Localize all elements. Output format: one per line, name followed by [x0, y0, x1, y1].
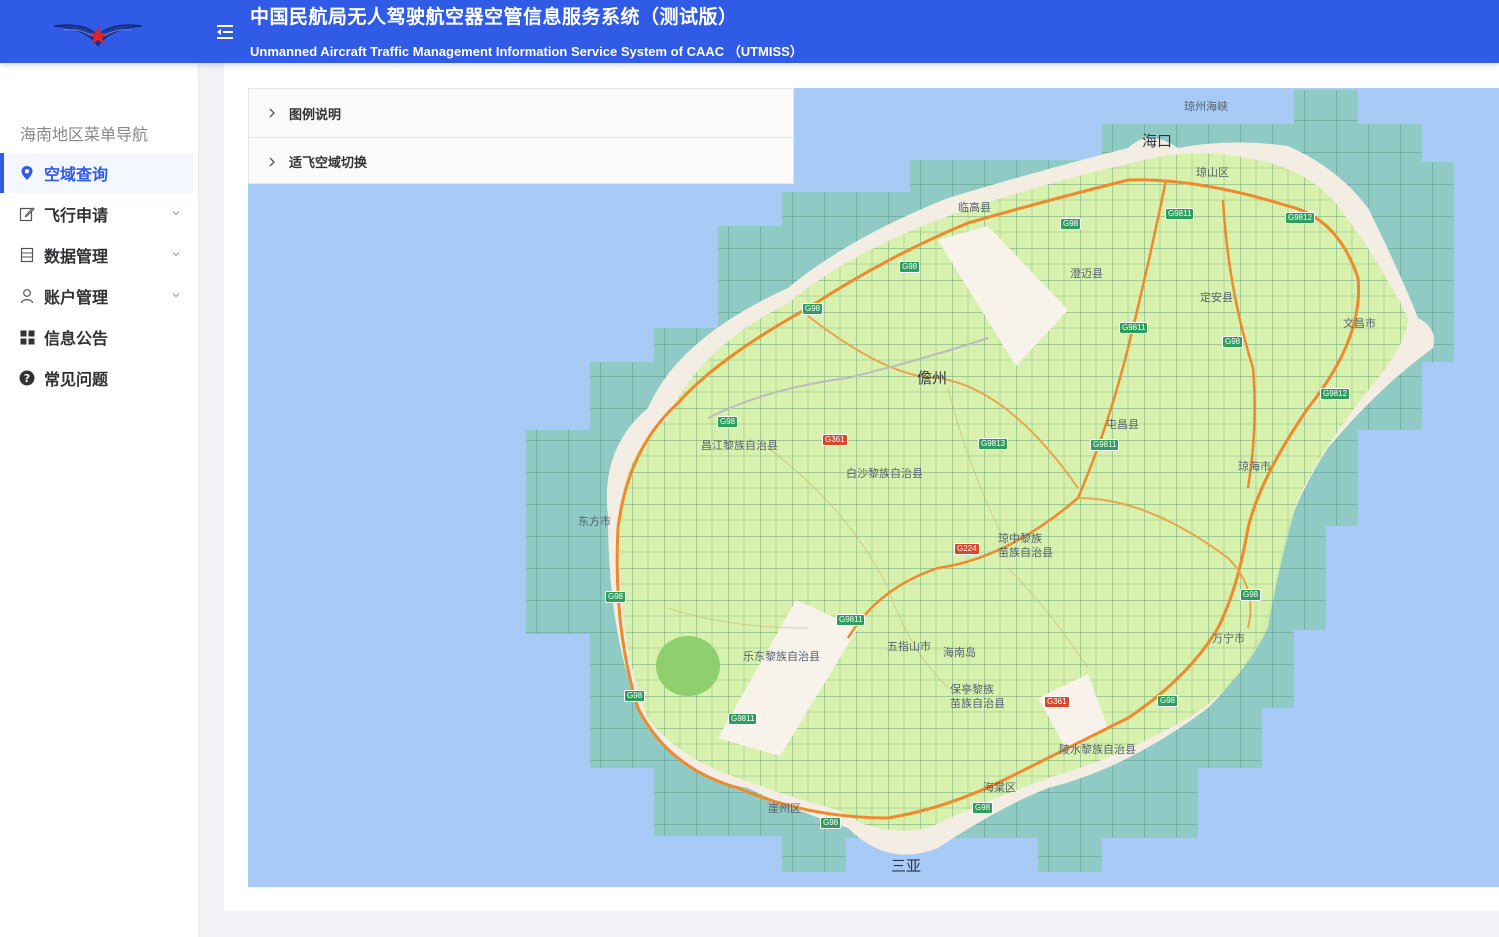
sidebar-item-label: 数据管理 [44, 247, 109, 266]
map-label-tunchang: 屯昌县 [1106, 418, 1139, 431]
svg-text:?: ? [24, 372, 30, 385]
map-label-qionghai: 琼海市 [1238, 460, 1271, 473]
highway-shield: G9811 [1090, 439, 1120, 451]
map-label-wenchang: 文昌市 [1343, 317, 1376, 330]
map-label-hainandao: 海南岛 [943, 646, 976, 659]
map-label-dingan: 定安县 [1200, 291, 1233, 304]
highway-shield: G98 [1240, 589, 1262, 601]
highway-shield: G9811 [836, 614, 866, 626]
caac-logo-icon [53, 24, 143, 47]
map-label-danzhou: 儋州 [917, 369, 948, 387]
highway-shield: G98 [820, 817, 842, 829]
map-label-wuzhishan: 五指山市 [887, 640, 931, 653]
chevron-down-icon [172, 293, 180, 298]
menu-fold-icon[interactable] [213, 20, 237, 44]
map-label-qiongzhou-strait: 琼州海峡 [1184, 100, 1228, 113]
map-label-baoting: 保亭黎族 苗族自治县 [950, 683, 1005, 710]
sidebar-item-flight-apply[interactable]: 飞行申请 [0, 194, 193, 234]
sidebar-item-announcements[interactable]: 信息公告 [0, 317, 193, 357]
sidebar: 海南地区菜单导航 空域查询 飞行申请 数据管理 账户管理 信息公告 ? 常见问题 [0, 63, 199, 937]
map-label-dongfang: 东方市 [578, 515, 611, 528]
map-label-lingshui: 陵水黎族自治县 [1059, 743, 1136, 756]
airspace-map[interactable] [248, 88, 1499, 887]
highway-shield: G9811 [728, 713, 758, 725]
map-label-baisha: 白沙黎族自治县 [846, 467, 923, 480]
legend-collapse[interactable]: 图例说明 [249, 89, 793, 137]
sidebar-item-data-manage[interactable]: 数据管理 [0, 235, 193, 275]
highway-shield: G98 [624, 690, 646, 702]
highway-shield: G9812 [1285, 212, 1316, 224]
legend-collapse-label: 图例说明 [289, 107, 342, 123]
map-label-ledong: 乐东黎族自治县 [743, 650, 820, 663]
highway-shield: G98 [899, 261, 921, 273]
grid-icon [19, 329, 35, 345]
highway-shield: G98 [717, 416, 739, 428]
question-icon: ? [19, 370, 35, 386]
highway-shield: G9813 [978, 438, 1009, 450]
system-subtitle: Unmanned Aircraft Traffic Management Inf… [250, 44, 803, 59]
sidebar-item-label: 账户管理 [44, 288, 109, 307]
highway-shield: G9812 [1320, 388, 1351, 400]
location-icon [19, 165, 35, 181]
highway-shield: G361 [822, 434, 848, 446]
map-label-yazhou: 崖州区 [768, 802, 801, 815]
airspace-switch-collapse[interactable]: 适飞空域切换 [249, 137, 793, 185]
map-canvas[interactable] [248, 88, 1499, 887]
highway-shield: G98 [605, 591, 627, 603]
chevron-right-icon [269, 157, 275, 167]
sidebar-item-label: 空域查询 [44, 165, 109, 184]
database-icon [19, 247, 35, 263]
highway-shield: G9811 [1119, 322, 1149, 334]
highway-shield: G98 [1060, 218, 1082, 230]
map-label-haitang: 海棠区 [983, 781, 1016, 794]
highway-shield: G98 [802, 303, 824, 315]
sidebar-item-label: 信息公告 [44, 329, 109, 348]
map-label-lingao: 临高县 [958, 201, 991, 214]
sidebar-heading: 海南地区菜单导航 [20, 125, 149, 144]
highway-shield: G224 [954, 543, 980, 555]
system-title: 中国民航局无人驾驶航空器空管信息服务系统（测试版） [250, 6, 738, 28]
map-label-qiongzhong: 琼中黎族 苗族自治县 [998, 532, 1053, 559]
sidebar-item-airspace-query[interactable]: 空域查询 [0, 153, 193, 193]
chevron-right-icon [269, 108, 275, 118]
map-label-sanya: 三亚 [891, 857, 922, 875]
highway-shield: G98 [1222, 336, 1244, 348]
user-icon [19, 288, 35, 304]
map-label-changjiang: 昌江黎族自治县 [701, 439, 778, 452]
highway-shield: G9811 [1165, 208, 1195, 220]
chevron-down-icon [172, 211, 180, 216]
sidebar-item-label: 飞行申请 [44, 206, 109, 225]
highway-shield: G98 [972, 802, 994, 814]
sidebar-item-account-manage[interactable]: 账户管理 [0, 276, 193, 316]
top-header: 中国民航局无人驾驶航空器空管信息服务系统（测试版） Unmanned Aircr… [0, 0, 1499, 63]
map-label-qiongshan: 琼山区 [1196, 166, 1229, 179]
map-label-haikou: 海口 [1142, 132, 1173, 150]
chevron-down-icon [172, 252, 180, 257]
highway-shield: G361 [1044, 696, 1070, 708]
sidebar-item-faq[interactable]: ? 常见问题 [0, 358, 193, 398]
highway-shield: G98 [1157, 695, 1179, 707]
map-label-chengmai: 澄迈县 [1070, 267, 1103, 280]
airspace-switch-label: 适飞空域切换 [289, 156, 368, 171]
sidebar-item-label: 常见问题 [44, 370, 109, 389]
map-label-wanning: 万宁市 [1212, 632, 1245, 645]
edit-icon [19, 206, 35, 222]
map-control-panel: 图例说明 适飞空域切换 [248, 88, 794, 184]
